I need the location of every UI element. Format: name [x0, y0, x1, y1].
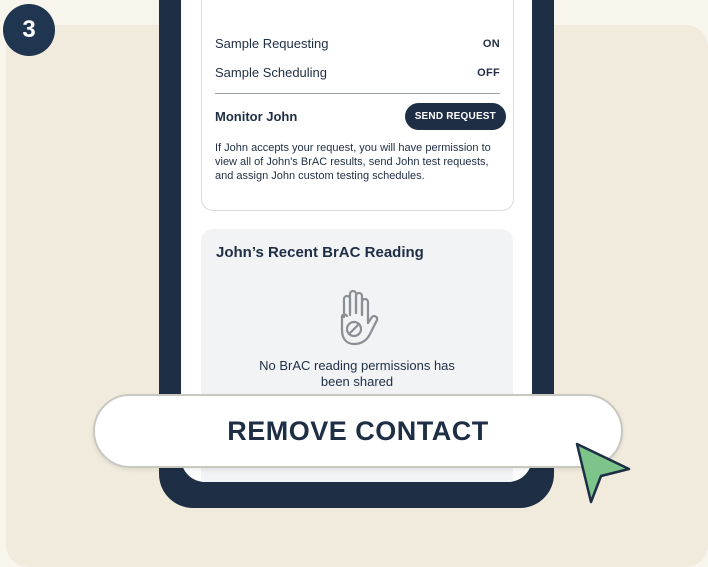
divider — [215, 93, 500, 94]
send-request-button[interactable]: SEND REQUEST — [404, 103, 506, 130]
no-permission-line-2: been shared — [320, 374, 394, 389]
hand-stop-icon — [340, 289, 379, 346]
sample-requesting-row[interactable]: Sample Requesting ON — [215, 36, 500, 51]
reading-title: John’s Recent BrAC Reading — [216, 244, 424, 261]
monitor-label: Monitor John — [215, 109, 298, 124]
sample-scheduling-label: Sample Scheduling — [215, 65, 328, 80]
no-permission-message: No BrAC reading permissions has been sha… — [231, 358, 483, 390]
permissions-card: Sample Requesting ON Sample Scheduling O… — [201, 0, 514, 211]
cursor-arrow-icon — [575, 442, 631, 504]
step-badge: 3 — [3, 4, 55, 56]
monitor-description: If John accepts your request, you will h… — [215, 142, 491, 182]
no-permission-line-1: No BrAC reading permissions has — [259, 358, 455, 373]
sample-scheduling-value: OFF — [477, 66, 500, 79]
remove-contact-button[interactable]: REMOVE CONTACT — [93, 394, 623, 468]
sample-scheduling-row[interactable]: Sample Scheduling OFF — [215, 65, 500, 80]
step-number: 3 — [22, 16, 36, 43]
sample-requesting-value: ON — [482, 37, 500, 50]
sample-requesting-label: Sample Requesting — [215, 36, 329, 51]
